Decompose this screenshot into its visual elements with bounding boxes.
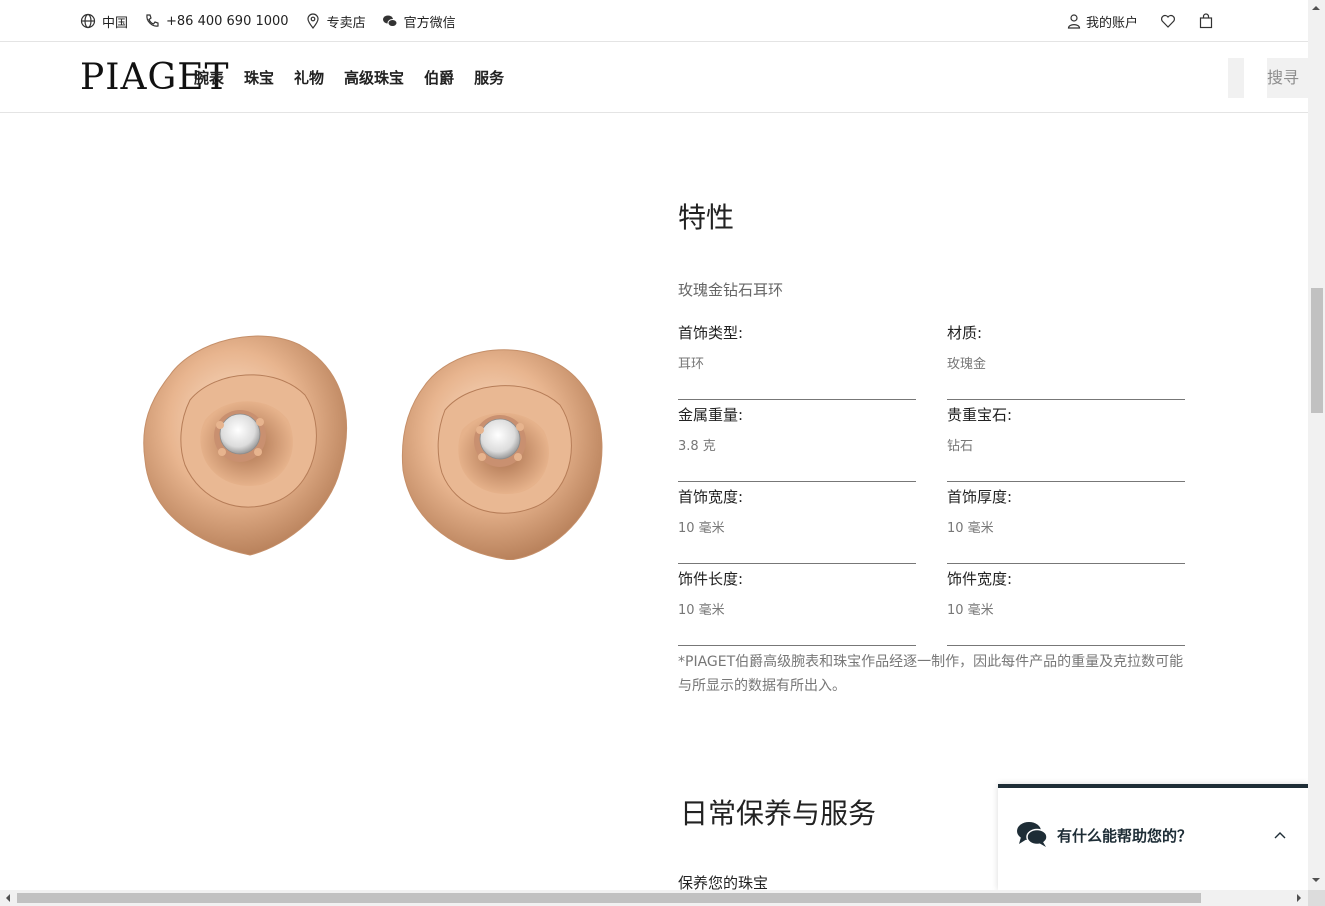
- nav-item-watches[interactable]: 腕表: [194, 67, 224, 88]
- specs-disclaimer: *PIAGET伯爵高级腕表和珠宝作品经逐一制作，因此每件产品的重量及克拉数可能与…: [678, 654, 1184, 694]
- spec-value: 10 毫米: [947, 521, 994, 536]
- phone-link[interactable]: +86 400 690 1000: [144, 13, 289, 29]
- nav-menu: 腕表 珠宝 礼物 高级珠宝 伯爵 服务: [194, 42, 504, 113]
- spec-label: 首饰宽度:: [678, 488, 744, 506]
- nav-item-services[interactable]: 服务: [474, 67, 504, 88]
- spec-jewelry-thickness: 首饰厚度: 10 毫米: [947, 482, 1185, 564]
- specs-title: 特性: [678, 201, 735, 234]
- chat-widget[interactable]: 有什么能帮助您的？: [998, 784, 1308, 890]
- scroll-right-arrow-icon[interactable]: [1294, 893, 1304, 903]
- search-button[interactable]: 搜寻: [1267, 58, 1308, 98]
- search-input[interactable]: [1228, 58, 1244, 98]
- account-link[interactable]: 我的账户: [1066, 12, 1138, 31]
- product-image-rose-earrings: [143, 335, 603, 560]
- shopping-bag-icon[interactable]: [1198, 13, 1214, 29]
- spec-value: 10 毫米: [678, 521, 725, 536]
- spec-label: 材质:: [947, 324, 983, 342]
- spec-value: 10 毫米: [947, 603, 994, 618]
- spec-value: 玫瑰金: [947, 357, 987, 372]
- chat-label: 有什么能帮助您的？: [1057, 827, 1193, 845]
- spec-value: 10 毫米: [678, 603, 725, 618]
- spec-material: 材质: 玫瑰金: [947, 318, 1185, 400]
- vertical-scrollbar[interactable]: [1308, 0, 1325, 890]
- chevron-up-icon[interactable]: [1274, 830, 1286, 842]
- scroll-down-arrow-icon[interactable]: [1311, 875, 1321, 885]
- spec-value: 耳环: [678, 357, 705, 372]
- wishlist-heart-icon[interactable]: [1160, 13, 1176, 29]
- spec-label: 首饰厚度:: [947, 488, 1013, 506]
- spec-jewelry-width: 首饰宽度: 10 毫米: [678, 482, 916, 564]
- store-locator-link[interactable]: 专卖店: [305, 12, 366, 31]
- wechat-label: 官方微信: [403, 15, 456, 31]
- scrollbar-corner: [1308, 890, 1325, 906]
- phone-label: +86 400 690 1000: [166, 13, 289, 29]
- nav-item-jewelry[interactable]: 珠宝: [244, 67, 274, 88]
- user-icon: [1066, 13, 1082, 29]
- region-selector[interactable]: 中国: [80, 12, 128, 31]
- utility-right: 我的账户: [1066, 0, 1214, 42]
- globe-icon: [80, 13, 96, 29]
- nav-item-maison[interactable]: 伯爵: [424, 67, 454, 88]
- specs-subtitle: 玫瑰金钻石耳环: [678, 281, 784, 299]
- stores-label: 专卖店: [326, 15, 366, 31]
- right-earring: [401, 349, 603, 560]
- horizontal-scroll-thumb[interactable]: [17, 893, 1201, 903]
- nav-item-high-jewelry[interactable]: 高级珠宝: [344, 67, 404, 88]
- spec-label: 金属重量:: [678, 406, 744, 424]
- spec-label: 首饰类型:: [678, 324, 744, 342]
- phone-icon: [144, 13, 160, 29]
- wechat-link[interactable]: 官方微信: [382, 12, 456, 31]
- specs-grid: 首饰类型: 耳环 材质: 玫瑰金 金属重量: 3.8 克 贵重宝石: 钻石 首饰…: [678, 318, 1185, 646]
- region-label: 中国: [102, 15, 129, 31]
- main-navigation: PIAGET 腕表 珠宝 礼物 高级珠宝 伯爵 服务 搜寻: [0, 42, 1308, 113]
- spec-metal-weight: 金属重量: 3.8 克: [678, 400, 916, 482]
- left-earring: [143, 335, 347, 556]
- nav-item-gifts[interactable]: 礼物: [294, 67, 324, 88]
- spec-piece-length: 饰件长度: 10 毫米: [678, 564, 916, 646]
- spec-value: 3.8 克: [678, 439, 716, 454]
- account-label: 我的账户: [1086, 15, 1139, 31]
- scroll-left-arrow-icon[interactable]: [3, 893, 13, 903]
- wechat-icon: [382, 13, 398, 29]
- scroll-up-arrow-icon[interactable]: [1311, 3, 1321, 13]
- utility-bar: 中国 +86 400 690 1000 专卖店 官方微信 我的账户: [0, 0, 1308, 42]
- spec-value: 钻石: [947, 439, 974, 454]
- spec-gemstone: 贵重宝石: 钻石: [947, 400, 1185, 482]
- location-pin-icon: [305, 13, 321, 29]
- spec-jewelry-type: 首饰类型: 耳环: [678, 318, 916, 400]
- chat-bubbles-icon: [1017, 822, 1048, 847]
- care-section-title: 日常保养与服务: [680, 797, 877, 830]
- utility-left: 中国 +86 400 690 1000 专卖店 官方微信: [80, 0, 456, 42]
- spec-piece-width: 饰件宽度: 10 毫米: [947, 564, 1185, 646]
- spec-label: 饰件长度:: [678, 570, 744, 588]
- spec-label: 饰件宽度:: [947, 570, 1013, 588]
- vertical-scroll-thumb[interactable]: [1311, 288, 1323, 413]
- spec-label: 贵重宝石:: [947, 406, 1013, 424]
